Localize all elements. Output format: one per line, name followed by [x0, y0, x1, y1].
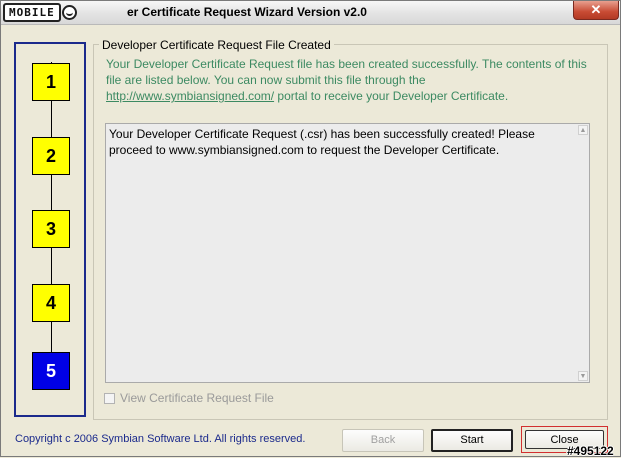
- intro-body: Your Developer Certificate Request file …: [106, 57, 587, 87]
- step-4: 4: [32, 284, 70, 322]
- copyright-text: Copyright c 2006 Symbian Software Ltd. A…: [15, 433, 306, 445]
- view-csr-label: View Certificate Request File: [120, 391, 274, 405]
- scroll-up-icon[interactable]: ▲: [578, 125, 588, 135]
- scroll-down-icon[interactable]: ▼: [578, 371, 588, 381]
- view-csr-checkbox-row[interactable]: View Certificate Request File: [104, 391, 274, 405]
- step-3: 3: [32, 210, 70, 248]
- intro-text: Your Developer Certificate Request file …: [106, 56, 596, 104]
- mobile-logo: MOBILE: [3, 3, 77, 22]
- step-2: 2: [32, 137, 70, 175]
- step-1: 1: [32, 63, 70, 101]
- intro-suffix: portal to receive your Developer Certifi…: [277, 89, 509, 103]
- back-button[interactable]: Back: [342, 429, 424, 452]
- csr-textarea[interactable]: Your Developer Certificate Request (.csr…: [105, 123, 590, 383]
- start-button[interactable]: Start: [431, 429, 513, 452]
- vertical-scrollbar[interactable]: ▲ ▼: [578, 125, 588, 381]
- logo-text: MOBILE: [3, 3, 61, 22]
- wizard-window: MOBILE er Certificate Request Wizard Ver…: [0, 0, 621, 458]
- group-legend: Developer Certificate Request File Creat…: [99, 38, 334, 52]
- symbiansigned-link[interactable]: http://www.symbiansigned.com/: [106, 89, 274, 103]
- csr-content: Your Developer Certificate Request (.csr…: [109, 127, 535, 157]
- watermark: #495122: [567, 444, 614, 458]
- title-bar[interactable]: MOBILE er Certificate Request Wizard Ver…: [1, 1, 620, 25]
- view-csr-checkbox[interactable]: [104, 392, 115, 404]
- smile-icon: [61, 5, 77, 20]
- window-title: er Certificate Request Wizard Version v2…: [127, 5, 367, 19]
- step-5: 5: [32, 352, 70, 390]
- close-icon[interactable]: ✕: [573, 1, 619, 20]
- steps-panel: 1 2 3 4 5: [14, 42, 86, 417]
